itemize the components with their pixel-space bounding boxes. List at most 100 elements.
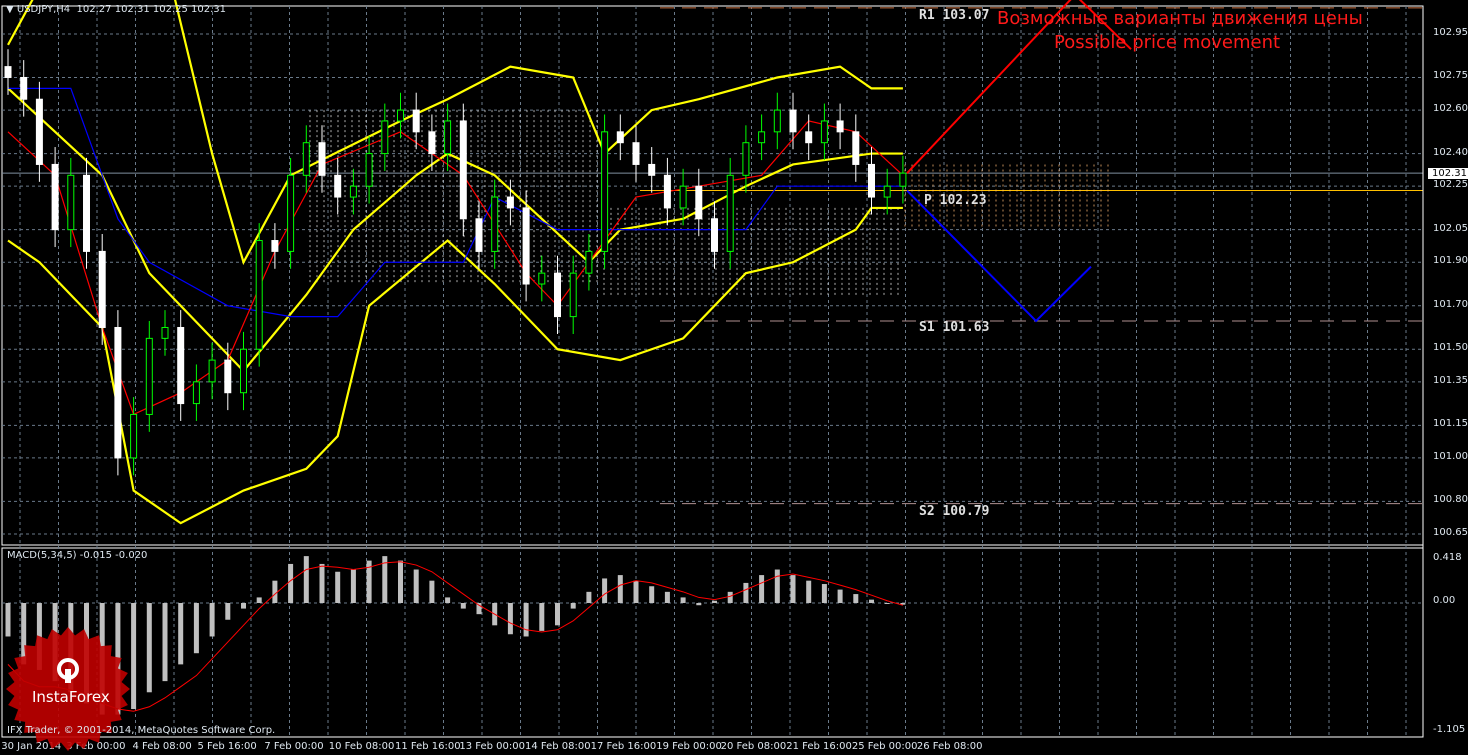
- macd-bar: [649, 586, 655, 603]
- candle-body: [789, 109, 797, 133]
- pivot-s2-label: S2 100.79: [919, 504, 990, 519]
- macd-bar: [335, 571, 341, 603]
- price-tick: 102.60: [1433, 103, 1468, 115]
- macd-bar: [633, 580, 639, 603]
- candle-body: [192, 381, 200, 405]
- candle-body: [632, 142, 640, 165]
- candle-body: [318, 142, 326, 176]
- time-tick: 14 Feb 08:00: [525, 741, 591, 752]
- candle-body: [428, 131, 436, 155]
- candle-body: [51, 163, 59, 231]
- macd-axis-zero: 0.00: [1433, 595, 1456, 606]
- bollinger-upper: [7, 0, 903, 266]
- price-tick: 100.80: [1433, 494, 1468, 506]
- time-tick: 10 Feb 08:00: [328, 741, 395, 752]
- candle-body: [349, 185, 357, 198]
- macd-bar: [806, 580, 812, 603]
- candle-body: [836, 120, 844, 133]
- candle-body: [805, 131, 813, 144]
- candle-body: [899, 172, 907, 187]
- macd-bar: [774, 569, 780, 603]
- time-tick: 26 Feb 08:00: [916, 741, 983, 752]
- candle-body: [365, 153, 373, 187]
- macd-axis-bottom: -1.105: [1433, 724, 1466, 735]
- candle-body: [130, 413, 138, 459]
- macd-bar: [288, 563, 294, 603]
- macd-histogram: [5, 556, 906, 715]
- candle-body: [695, 185, 703, 220]
- time-tick: 19 Feb 00:00: [656, 741, 722, 752]
- candle-body: [302, 142, 310, 176]
- candle-body: [287, 174, 295, 252]
- macd-bar: [539, 603, 545, 631]
- pivot-s1-label: S1 101.63: [919, 320, 990, 335]
- macd-bar: [712, 600, 717, 603]
- copyright: IFX Trader, © 2001-2014, MetaQuotes Soft…: [7, 725, 276, 736]
- macd-bar: [664, 591, 670, 603]
- dropdown-icon[interactable]: ▼: [6, 4, 17, 15]
- logo-text: InstaForex: [32, 688, 110, 706]
- macd-bar: [460, 603, 466, 609]
- candle-body: [20, 76, 28, 100]
- annotation-en: Possible price movement: [1054, 32, 1281, 53]
- macd-signal-line: [7, 561, 904, 712]
- macd-bar: [507, 603, 513, 635]
- macd-bar: [790, 575, 796, 603]
- macd-bar: [680, 597, 686, 603]
- pivot-r1-label: R1 103.07: [919, 8, 990, 23]
- macd-bar: [696, 603, 702, 606]
- price-tick: 101.00: [1433, 450, 1468, 462]
- macd-bar: [523, 603, 529, 637]
- price-tick: 101.90: [1433, 255, 1468, 267]
- candle-body: [208, 359, 216, 383]
- pivot-p-label: P 102.23: [924, 193, 987, 208]
- time-tick: 17 Feb 16:00: [590, 741, 657, 752]
- candle-body: [491, 196, 499, 252]
- candle-body: [726, 174, 734, 252]
- macd-bar: [398, 560, 403, 603]
- price-tick: 100.65: [1433, 527, 1468, 539]
- candle-body: [271, 240, 279, 252]
- candle-body: [114, 326, 122, 459]
- price-tick: 101.15: [1433, 418, 1468, 430]
- macd-bar: [272, 580, 278, 603]
- indicator-lines: [7, 0, 904, 525]
- candle-body: [569, 272, 577, 318]
- candle-body: [758, 131, 766, 144]
- candle-body: [711, 218, 718, 252]
- price-tick: 102.75: [1433, 70, 1468, 82]
- candle-body: [554, 272, 561, 318]
- candle-body: [679, 185, 687, 209]
- candle-body: [255, 240, 263, 350]
- macd-bar: [413, 569, 419, 603]
- macd-bar: [853, 594, 859, 603]
- chart-canvas[interactable]: [0, 0, 1468, 755]
- macd-bar: [193, 603, 199, 654]
- candle-body: [616, 131, 624, 144]
- macd-bar: [821, 584, 827, 603]
- candle-body: [83, 174, 90, 252]
- price-tick: 102.40: [1433, 146, 1468, 158]
- candle-body: [601, 131, 609, 252]
- ohlc-label: 102.27 102.31 102.25 102.31: [76, 4, 227, 15]
- time-tick: 20 Feb 08:00: [720, 741, 787, 752]
- price-tick: 102.25: [1433, 179, 1468, 191]
- macd-bar: [319, 563, 325, 603]
- candle-body: [98, 250, 106, 328]
- candle-body: [883, 185, 891, 198]
- macd-bar: [445, 597, 451, 603]
- candle-body: [444, 120, 452, 155]
- macd-bar: [178, 603, 184, 665]
- candle-body: [663, 174, 671, 209]
- candle-body: [334, 174, 342, 198]
- bollinger-lower: [7, 206, 903, 525]
- candle-body: [240, 348, 247, 394]
- candle-body: [475, 218, 483, 252]
- price-tick: 101.35: [1433, 374, 1468, 386]
- macd-bar: [162, 603, 168, 682]
- candle-body: [459, 120, 467, 220]
- chart-header: ▼ USDJPY,H4 102.27 102.31 102.25 102.31: [6, 4, 226, 15]
- candle-body: [852, 131, 860, 165]
- time-tick: 4 Feb 08:00: [132, 741, 192, 752]
- kijun-line: [8, 87, 903, 318]
